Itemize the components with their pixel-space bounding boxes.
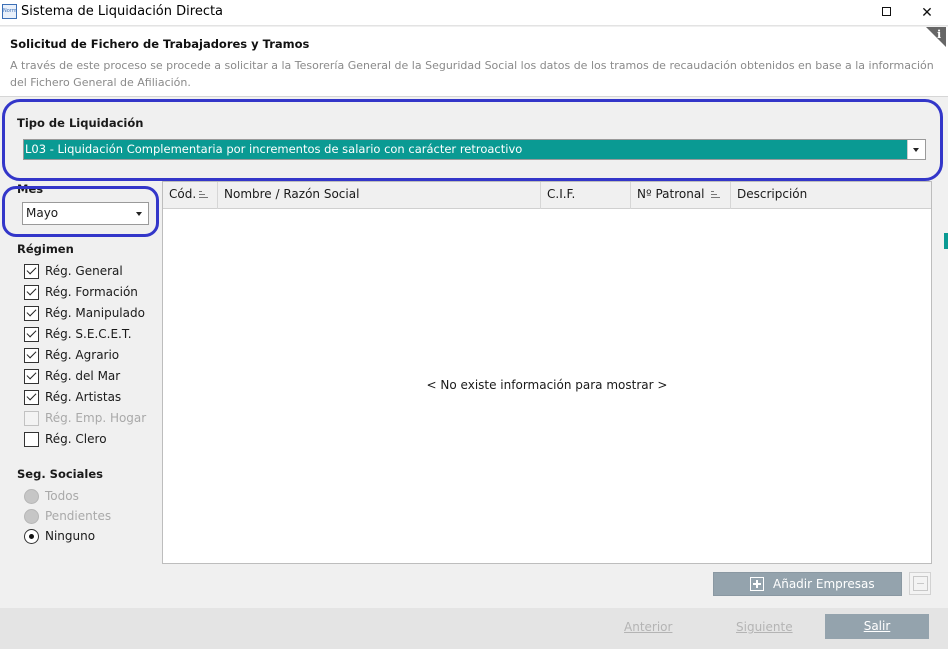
tipo-liquidacion-value: L03 - Liquidación Complementaria por inc… (25, 142, 523, 156)
seg-sociales-title: Seg. Sociales (17, 467, 103, 481)
column-header-descripcion[interactable]: Descripción (731, 182, 931, 209)
check-icon (26, 306, 37, 317)
tipo-liquidacion-select[interactable]: L03 - Liquidación Complementaria por inc… (23, 139, 926, 160)
sort-icon (199, 191, 208, 199)
edge-accent (944, 233, 948, 249)
sort-icon (711, 191, 720, 199)
column-header-cod[interactable]: Cód. (163, 182, 218, 209)
plus-icon (750, 577, 764, 591)
companies-grid: Cód. Nombre / Razón Social C.I.F. Nº Pat… (162, 181, 932, 564)
title-bar: Norm Sistema de Liquidación Directa ✕ (0, 0, 948, 26)
close-button[interactable]: ✕ (907, 0, 947, 26)
maximize-button[interactable] (866, 0, 906, 26)
add-companies-label: Añadir Empresas (773, 577, 875, 591)
column-header-patronal[interactable]: Nº Patronal (631, 182, 731, 209)
check-icon (26, 327, 37, 338)
app-logo-icon: Norm (2, 4, 17, 19)
column-header-cif[interactable]: C.I.F. (541, 182, 631, 209)
regimen-title: Régimen (17, 242, 74, 256)
check-icon (26, 369, 37, 380)
check-icon (26, 390, 37, 401)
mes-select[interactable]: Mayo (22, 202, 149, 225)
next-button[interactable]: Siguiente (736, 620, 793, 634)
dropdown-button[interactable] (907, 140, 925, 159)
column-header-nombre[interactable]: Nombre / Razón Social (218, 182, 541, 209)
window-title: Sistema de Liquidación Directa (21, 4, 224, 19)
minus-icon (913, 576, 928, 591)
exit-button[interactable]: Salir (825, 614, 929, 639)
info-corner[interactable] (926, 27, 946, 47)
chevron-down-icon (136, 212, 142, 216)
empty-grid-message: < No existe información para mostrar > (426, 378, 668, 392)
process-title: Solicitud de Fichero de Trabajadores y T… (10, 37, 310, 51)
check-icon (26, 285, 37, 296)
check-icon (26, 348, 37, 359)
check-icon (26, 264, 37, 275)
close-icon: ✕ (921, 5, 933, 21)
remove-company-button (909, 572, 931, 595)
mes-value: Mayo (26, 206, 59, 220)
process-header: Solicitud de Fichero de Trabajadores y T… (0, 27, 948, 97)
previous-button[interactable]: Anterior (624, 620, 672, 634)
info-icon[interactable]: i (937, 28, 941, 41)
footer-bar: Anterior Siguiente Salir (0, 608, 948, 649)
tipo-liquidacion-label: Tipo de Liquidación (17, 116, 144, 130)
grid-header: Cód. Nombre / Razón Social C.I.F. Nº Pat… (163, 182, 931, 209)
process-description: A través de este proceso se procede a so… (10, 59, 934, 89)
chevron-down-icon (913, 148, 919, 152)
add-companies-button[interactable]: Añadir Empresas (713, 572, 902, 596)
maximize-icon (881, 7, 891, 16)
